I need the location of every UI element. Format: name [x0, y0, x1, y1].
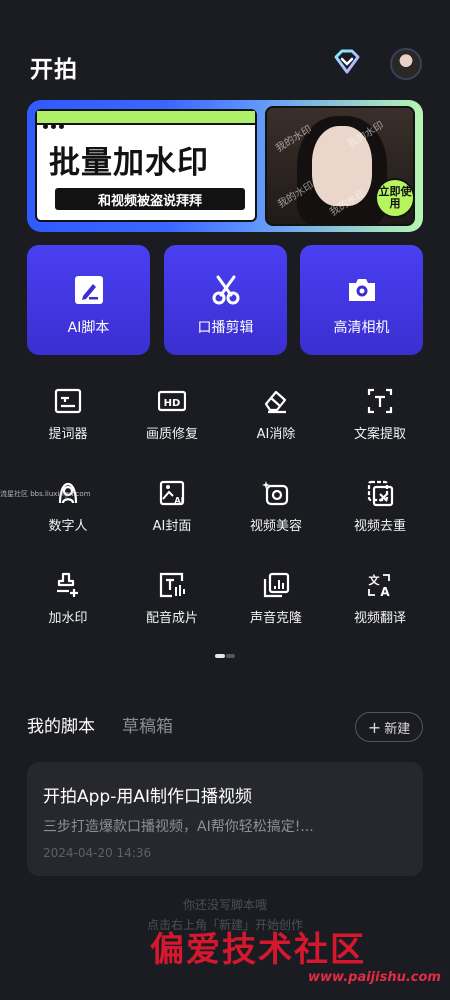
tool-ai-cover[interactable]: AI AI封面 [127, 479, 217, 559]
footer-watermark: 偏爱技术社区 www.paijishu.com [150, 922, 450, 994]
hd-icon: HD [157, 387, 187, 415]
quick-talk-edit[interactable]: 口播剪辑 [164, 245, 287, 355]
quick-ai-script[interactable]: AI脚本 [27, 245, 150, 355]
page-indicator [215, 654, 235, 658]
tool-ai-erase-label: AI消除 [256, 427, 296, 442]
footer-watermark-url: www.paijishu.com [308, 970, 441, 985]
camera-icon [345, 273, 379, 307]
tool-quality-repair-label: 画质修复 [145, 427, 198, 442]
tool-add-watermark-label: 加水印 [48, 611, 88, 626]
quick-talk-edit-label: 口播剪辑 [197, 320, 254, 336]
tool-teleprompter-label: 提词器 [48, 427, 88, 442]
text-extract-icon [366, 387, 394, 415]
new-script-label: 新建 [384, 721, 411, 737]
banner-subtitle: 和视频被盗说拜拜 [55, 188, 245, 210]
tab-my-scripts[interactable]: 我的脚本 [27, 712, 95, 737]
beauty-icon [262, 479, 290, 507]
promo-banner[interactable]: 批量加水印 和视频被盗说拜拜 我的水印 我的水印 我的水印 我的水印 立即使用 [27, 100, 423, 232]
new-script-button[interactable]: + 新建 [355, 712, 423, 742]
tool-teleprompter[interactable]: 提词器 [23, 387, 113, 467]
tool-video-translate-label: 视频翻译 [353, 611, 406, 626]
banner-window: 批量加水印 和视频被盗说拜拜 [35, 109, 257, 222]
tool-text-extract[interactable]: 文案提取 [335, 387, 425, 467]
script-card-description: 三步打造爆款口播视频，AI帮你轻松搞定!... [43, 819, 314, 835]
tab-drafts[interactable]: 草稿箱 [122, 712, 173, 737]
tool-ai-cover-label: AI封面 [152, 519, 192, 534]
tool-ai-erase[interactable]: AI消除 [231, 387, 321, 467]
quick-ai-script-label: AI脚本 [67, 320, 110, 336]
avatar[interactable] [390, 48, 422, 80]
voice-clone-icon [262, 571, 290, 599]
banner-cta-badge[interactable]: 立即使用 [375, 178, 415, 218]
dubbing-icon [158, 571, 186, 599]
plus-icon: + [367, 717, 382, 737]
ai-cover-icon: AI [158, 479, 186, 507]
tool-voice-clone-label: 声音克隆 [249, 611, 302, 626]
teleprompter-icon [54, 387, 82, 415]
add-watermark-icon [54, 571, 82, 599]
tool-dubbing[interactable]: 配音成片 [127, 571, 217, 651]
quick-hd-camera-label: 高清相机 [333, 320, 390, 336]
quick-hd-camera[interactable]: 高清相机 [300, 245, 423, 355]
svg-text:A: A [380, 585, 390, 599]
scissors-icon [209, 273, 243, 307]
script-card-time: 2024-04-20 14:36 [43, 846, 152, 860]
dedupe-icon [366, 479, 394, 507]
script-card-title: 开拍App-用AI制作口播视频 [43, 787, 252, 807]
empty-hint-line1: 你还没写脚本哦 [182, 898, 267, 912]
eraser-icon [262, 387, 290, 415]
tool-dubbing-label: 配音成片 [145, 611, 198, 626]
side-watermark: 流星社区 bbs.liuxingw.com [0, 490, 91, 498]
svg-text:AI: AI [174, 496, 183, 505]
tool-digital-human-label: 数字人 [48, 519, 88, 534]
page-dot-active [215, 654, 225, 658]
tool-text-extract-label: 文案提取 [353, 427, 406, 442]
tool-video-beauty[interactable]: 视频美容 [231, 479, 321, 559]
page-dot [226, 654, 235, 658]
tool-video-dedupe[interactable]: 视频去重 [335, 479, 425, 559]
svg-text:文: 文 [369, 573, 381, 587]
tool-voice-clone[interactable]: 声音克隆 [231, 571, 321, 651]
tool-video-translate[interactable]: 文A 视频翻译 [335, 571, 425, 651]
svg-text:HD: HD [164, 398, 181, 409]
diamond-vip-icon[interactable] [332, 47, 362, 77]
app-title: 开拍 [30, 57, 78, 83]
tool-add-watermark[interactable]: 加水印 [23, 571, 113, 651]
pen-icon [72, 273, 106, 307]
script-card[interactable]: 开拍App-用AI制作口播视频 三步打造爆款口播视频，AI帮你轻松搞定!... … [27, 762, 423, 876]
footer-watermark-brand: 偏爱技术社区 [150, 930, 366, 970]
banner-title: 批量加水印 [49, 145, 209, 181]
translate-icon: 文A [366, 571, 394, 599]
tool-video-dedupe-label: 视频去重 [353, 519, 406, 534]
tool-video-beauty-label: 视频美容 [249, 519, 302, 534]
tool-quality-repair[interactable]: HD 画质修复 [127, 387, 217, 467]
